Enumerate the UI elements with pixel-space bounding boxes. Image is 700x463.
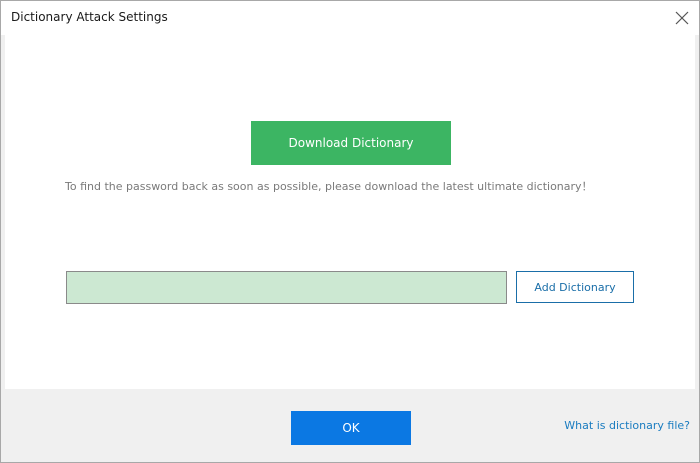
title-bar: Dictionary Attack Settings [1,1,699,35]
close-icon [675,11,689,25]
content-panel: Download Dictionary To find the password… [5,35,695,389]
download-dictionary-button[interactable]: Download Dictionary [251,121,451,165]
close-button[interactable] [671,7,693,29]
ok-button[interactable]: OK [291,411,411,445]
dictionary-attack-settings-dialog: Dictionary Attack Settings Download Dict… [0,0,700,463]
dialog-title: Dictionary Attack Settings [11,10,168,24]
download-hint-text: To find the password back as soon as pos… [65,180,593,193]
add-dictionary-button[interactable]: Add Dictionary [516,271,634,303]
what-is-dictionary-file-link[interactable]: What is dictionary file? [564,419,690,432]
dictionary-path-input[interactable] [66,271,507,304]
